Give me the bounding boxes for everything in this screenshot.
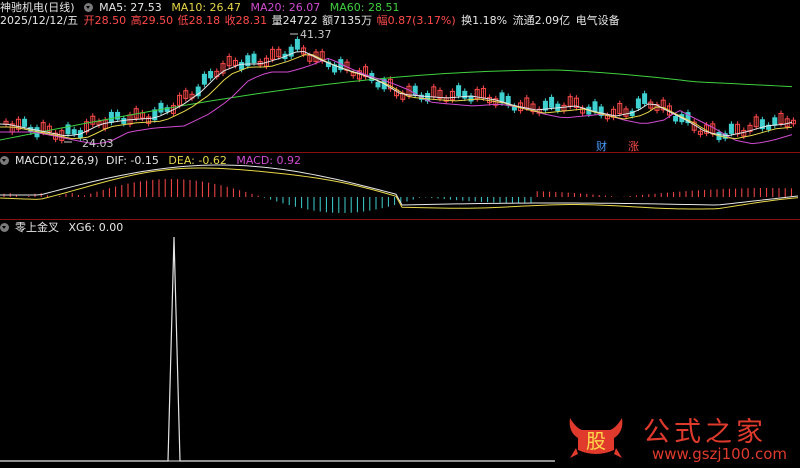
ma10-line [0,53,793,140]
dea-line [0,167,799,210]
dif-line [0,164,799,206]
watermark-url: www.gszj100.com [652,445,788,463]
candle-body [642,93,648,105]
macd-dea: DEA: -0.62 [168,154,227,167]
macd-title: MACD(12,26,9) [15,154,99,167]
candle-body [635,98,641,109]
candle-body [22,118,28,127]
candle-body [728,123,734,134]
candle-body [158,102,164,113]
macd-value: MACD: 0.92 [236,154,301,167]
dropdown-circle-icon[interactable] [0,156,9,165]
signal-spike [0,236,555,462]
dropdown-circle-icon[interactable] [0,223,9,232]
candle-body [208,70,214,79]
low-price-marker: 24.03 [82,137,114,150]
candle-body [592,101,598,113]
high-price-marker: 41.37 [300,28,332,41]
signal-title: 零上金叉 [15,221,59,234]
ma5-line [0,50,793,137]
candle-body [294,38,300,50]
ma20-line [0,57,793,145]
candle-body [673,115,679,122]
candle-body [772,117,778,126]
macd-dif: DIF: -0.15 [106,154,159,167]
macd-histogram [3,179,792,213]
signal-xg6: XG6: 0.00 [68,221,124,234]
panel-separator-2 [0,219,800,220]
signal-header: 零上金叉 XG6: 0.00 [0,221,129,234]
panel-separator-1 [0,152,800,153]
candle-body [108,111,114,123]
macd-header: MACD(12,26,9) DIF: -0.15 DEA: -0.62 MACD… [0,154,307,167]
candle-body [456,85,462,97]
watermark-logo-icon: 股 [566,410,626,460]
candlestick-series [3,36,796,144]
chart-canvas[interactable] [0,0,800,468]
watermark-glyph: 股 [586,429,606,453]
watermark-name: 公式之家 [643,417,767,448]
candle-body [115,111,121,120]
candle-body [239,62,245,70]
candle-body [251,53,257,64]
candle-body [549,96,555,108]
candle-body [71,129,77,135]
candle-body [375,81,381,88]
candle-body [201,73,207,85]
ma60-line [0,69,793,141]
